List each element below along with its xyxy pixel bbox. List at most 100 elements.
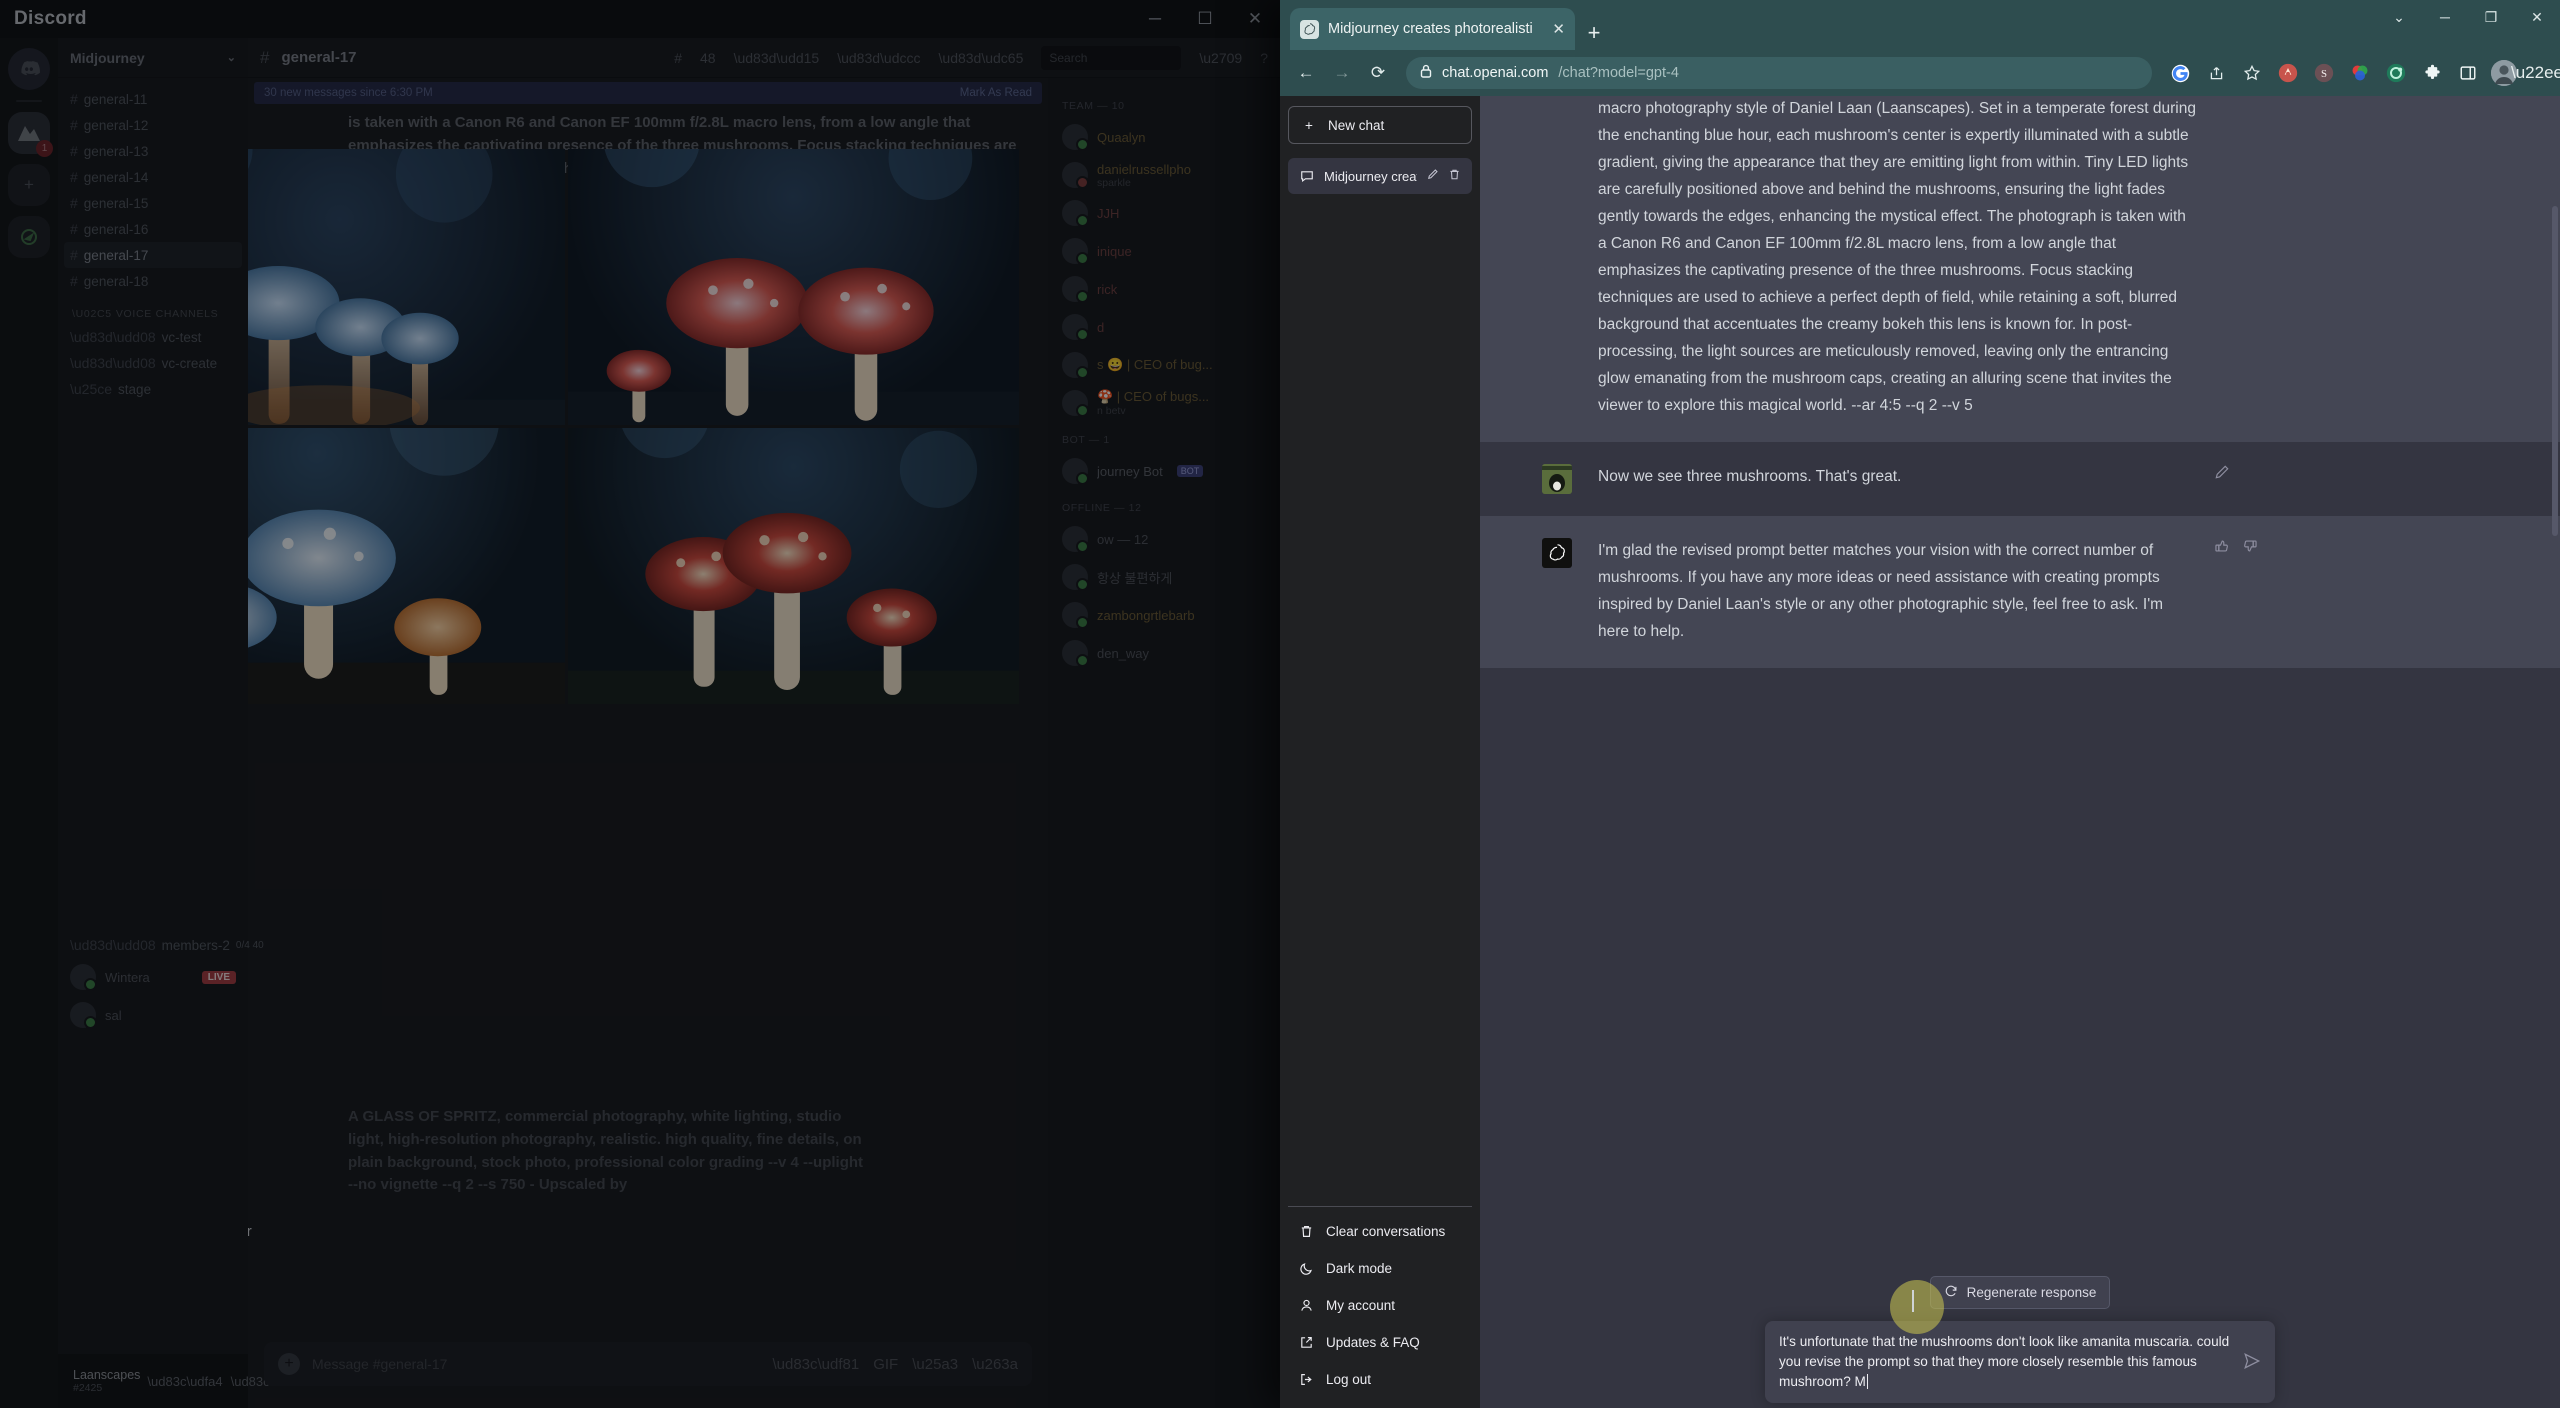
pin-icon[interactable]: \ud83d\udccc	[837, 50, 920, 66]
gift-icon[interactable]: \ud83c\udf81	[772, 1356, 859, 1373]
grid-image-3[interactable]	[248, 428, 565, 704]
extension-s-icon[interactable]: S	[2308, 57, 2340, 89]
discord-channel-pane[interactable]: Midjourney ⌄ # general-11 # general-12 # ge…	[58, 38, 354, 1408]
stage-channel-item[interactable]: \u25ce stage	[64, 376, 242, 402]
chatgpt-page[interactable]: + New chat Midjourney creates pho	[1280, 96, 2560, 1408]
notification-off-icon[interactable]: \ud83d\udd15	[734, 50, 820, 66]
voice-channel-item[interactable]: \ud83d\udd08 vc-test	[64, 324, 242, 350]
channel-item[interactable]: # general-12	[64, 112, 242, 138]
browser-tab-strip[interactable]: Midjourney creates photorealisti ✕ + ⌄ ─…	[1280, 0, 2560, 50]
server-icon-midjourney[interactable]: 1	[8, 112, 53, 157]
midjourney-image-grid[interactable]	[248, 149, 1019, 704]
close-icon[interactable]: ✕	[1552, 20, 1565, 38]
chatgpt-footer[interactable]: Regenerate response It's unfortunate tha…	[1480, 1276, 2560, 1408]
chat-scrollbar[interactable]	[2552, 206, 2558, 536]
restore-button[interactable]: ❐	[2468, 0, 2514, 34]
thumbs-down-icon[interactable]	[2242, 538, 2258, 646]
grid-image-4[interactable]	[568, 428, 1019, 704]
discord-server-header[interactable]: Midjourney ⌄	[58, 38, 248, 78]
extension-red-icon[interactable]	[2272, 57, 2304, 89]
voice-connected-channel[interactable]: \ud83d\udd08 members-2 0/4 40	[64, 932, 264, 958]
close-button[interactable]: ✕	[1230, 0, 1280, 38]
member-row[interactable]: 🍄 | CEO of bugs... n betv	[1056, 384, 1272, 422]
message-actions[interactable]	[2198, 464, 2290, 494]
gif-icon[interactable]: GIF	[873, 1356, 898, 1373]
chat-composer[interactable]: It's unfortunate that the mushrooms don'…	[1765, 1321, 2275, 1404]
threads-icon[interactable]: #	[674, 50, 682, 66]
trash-icon[interactable]	[1448, 168, 1461, 184]
regenerate-response-button[interactable]: Regenerate response	[1929, 1276, 2111, 1309]
voice-channel-item[interactable]: \ud83d\udd08 vc-create	[64, 350, 242, 376]
member-row[interactable]: JJH	[1056, 194, 1272, 232]
discord-message-area[interactable]: 30 new messages since 6:30 PM Mark As Re…	[248, 78, 1048, 1408]
search-input[interactable]: Search	[1041, 45, 1182, 70]
member-row[interactable]: zambongrtlebarb	[1056, 596, 1272, 634]
close-button[interactable]: ✕	[2514, 0, 2560, 34]
microphone-icon[interactable]: \ud83c\udfa4	[147, 1374, 222, 1389]
discord-message-composer[interactable]: + Message #general-17 \ud83c\udf81 GIF \…	[264, 1342, 1032, 1386]
new-tab-button[interactable]: +	[1577, 16, 1611, 50]
browser-window[interactable]: Midjourney creates photorealisti ✕ + ⌄ ─…	[1280, 0, 2560, 1408]
three-dot-menu-icon[interactable]: \u22ee	[2511, 63, 2560, 83]
help-icon[interactable]: ?	[1260, 50, 1268, 66]
voice-member-row[interactable]: sal	[64, 996, 242, 1034]
attach-plus-icon[interactable]: +	[278, 1353, 300, 1375]
grid-image-2[interactable]	[568, 149, 1019, 425]
message-actions[interactable]	[2198, 538, 2290, 646]
extension-colors-icon[interactable]	[2344, 57, 2376, 89]
channel-item[interactable]: # general-14	[64, 164, 242, 190]
bookmark-star-icon[interactable]	[2236, 57, 2268, 89]
channel-item-active[interactable]: # general-17	[64, 242, 242, 268]
members-icon[interactable]: \ud83d\udc65	[939, 50, 1024, 66]
reload-button[interactable]: ⟳	[1362, 57, 1394, 89]
edit-icon[interactable]	[1426, 168, 1439, 184]
browser-toolbar[interactable]: ← → ⟳ chat.openai.com/chat?model=gpt-4 S…	[1280, 50, 2560, 96]
channel-item[interactable]: # general-18	[64, 268, 242, 294]
member-row[interactable]: 항상 불편하게	[1056, 558, 1272, 596]
mark-as-read-button[interactable]: Mark As Read	[960, 87, 1032, 99]
conversation-item[interactable]: Midjourney creates pho	[1288, 158, 1472, 194]
minimize-button[interactable]: ─	[1130, 0, 1180, 38]
my-account-button[interactable]: My account	[1288, 1287, 1472, 1324]
member-row[interactable]: ow — 12	[1056, 520, 1272, 558]
discord-user-panel[interactable]: Laanscapes #2425 \ud83c\udfa4 \ud83c\udf…	[58, 1354, 354, 1408]
explore-servers-button[interactable]	[8, 216, 50, 258]
chat-scroll-region[interactable]: macro photography style of Daniel Laan (…	[1480, 96, 2560, 1276]
back-button[interactable]: ←	[1290, 57, 1322, 89]
clear-conversations-button[interactable]: Clear conversations	[1288, 1213, 1472, 1250]
forward-button[interactable]: →	[1326, 57, 1358, 89]
address-bar[interactable]: chat.openai.com/chat?model=gpt-4	[1406, 57, 2152, 89]
discord-window[interactable]: Discord ─ ☐ ✕ 1 + Midjourney ⌄ # general…	[0, 0, 1280, 1408]
grid-image-1[interactable]	[248, 149, 565, 425]
edit-icon[interactable]	[2214, 464, 2230, 494]
chevron-down-icon[interactable]: ⌄	[2376, 0, 2422, 34]
chat-input[interactable]: It's unfortunate that the mushrooms don'…	[1779, 1332, 2233, 1392]
google-icon[interactable]	[2164, 57, 2196, 89]
chatgpt-main[interactable]: macro photography style of Daniel Laan (…	[1480, 96, 2560, 1408]
puzzle-extensions-icon[interactable]	[2416, 57, 2448, 89]
send-icon[interactable]	[2243, 1332, 2261, 1375]
sidepanel-icon[interactable]	[2452, 57, 2484, 89]
discord-channel-list[interactable]: # general-11 # general-12 # general-13 # gen…	[58, 78, 264, 1042]
member-row-bot[interactable]: journey Bot BOT	[1056, 452, 1272, 490]
member-row[interactable]: den_way	[1056, 634, 1272, 672]
chevron-down-icon[interactable]: ⌄	[227, 51, 236, 64]
discord-member-list[interactable]: TEAM — 10 Quaalyn danielrussellpho sparkl…	[1048, 78, 1280, 1408]
share-icon[interactable]	[2200, 57, 2232, 89]
add-server-button[interactable]: +	[8, 164, 50, 206]
channel-item[interactable]: # general-16	[64, 216, 242, 242]
extension-green-icon[interactable]	[2380, 57, 2412, 89]
channel-item[interactable]: # general-13	[64, 138, 242, 164]
inbox-icon[interactable]: \u2709	[1199, 50, 1242, 66]
emoji-icon[interactable]: \u263a	[972, 1356, 1018, 1373]
new-chat-button[interactable]: + New chat	[1288, 106, 1472, 144]
log-out-button[interactable]: Log out	[1288, 1361, 1472, 1398]
member-row[interactable]: rick	[1056, 270, 1272, 308]
browser-tab[interactable]: Midjourney creates photorealisti ✕	[1290, 8, 1575, 50]
discord-home-icon[interactable]	[8, 48, 50, 90]
member-row[interactable]: Quaalyn	[1056, 118, 1272, 156]
voice-category-header[interactable]: \u02c5 VOICE CHANNELS	[64, 294, 242, 324]
maximize-button[interactable]: ☐	[1180, 0, 1230, 38]
chatgpt-sidebar[interactable]: + New chat Midjourney creates pho	[1280, 96, 1480, 1408]
member-row[interactable]: danielrussellpho sparkle	[1056, 156, 1272, 194]
